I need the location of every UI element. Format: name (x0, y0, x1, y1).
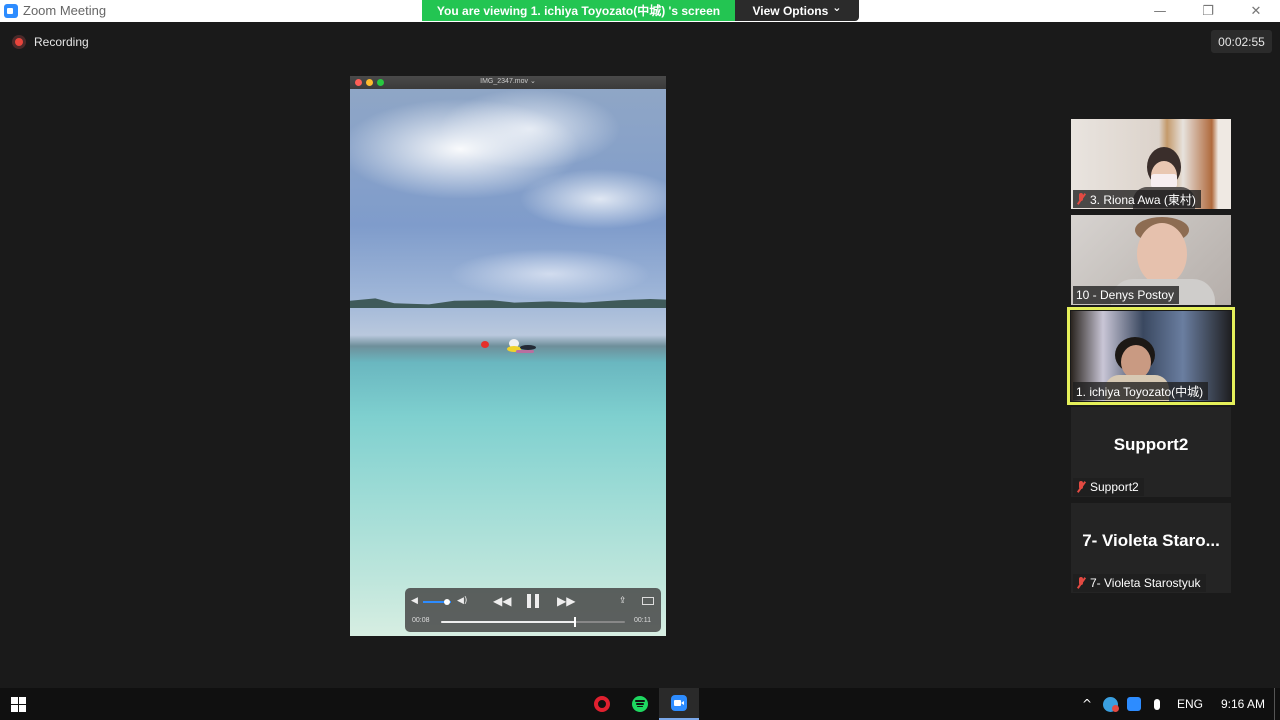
screen-share-banner: You are viewing 1. ichiya Toyozato(中城) '… (422, 0, 859, 21)
recording-label: Recording (34, 35, 89, 49)
restore-button[interactable]: ❐ (1184, 0, 1232, 22)
player-controls: ◀ ◀) ◀◀ ▶▶ ⇪ 00:08 00:11 (405, 588, 661, 632)
video-filename: IMG_2347.mov ⌄ (480, 78, 536, 85)
duration: 00:11 (634, 617, 651, 624)
window-controls: — ❐ ✕ (1136, 0, 1280, 22)
participant-name-tag: 10 - Denys Postoy (1073, 286, 1180, 304)
clock[interactable]: 9:16 AM (1212, 688, 1274, 720)
window-title: Zoom Meeting (23, 3, 107, 18)
participant-face (1137, 223, 1187, 285)
windows-start-icon[interactable] (11, 697, 26, 712)
microphone-tray-icon[interactable] (1146, 688, 1168, 720)
video-frame (350, 89, 666, 636)
language-indicator[interactable]: ENG (1168, 688, 1212, 720)
spotify-icon (632, 696, 648, 712)
progress-fill (441, 621, 576, 623)
recording-indicator[interactable]: Recording (12, 35, 89, 49)
picture-in-picture-icon[interactable] (642, 597, 654, 605)
share-icon[interactable]: ⇪ (619, 596, 627, 606)
zoom-logo-icon (4, 3, 18, 18)
telegram-tray-icon[interactable] (1098, 688, 1122, 720)
opera-icon (594, 696, 610, 712)
pause-icon[interactable] (527, 594, 540, 608)
zoom-tray-glyph-icon (1127, 697, 1141, 711)
rewind-icon[interactable]: ◀◀ (493, 594, 511, 608)
participant-display-name: Support2 (1113, 435, 1189, 454)
participant-tile-violeta[interactable]: 7- Violeta Staro... 7- Violeta Starostyu… (1071, 503, 1231, 593)
recording-dot-icon (12, 35, 26, 49)
participant-display-name: 7- Violeta Staro... (1082, 531, 1220, 550)
participant-face (1121, 345, 1151, 379)
progress-handle[interactable] (574, 617, 577, 627)
show-desktop-button[interactable] (1274, 688, 1280, 720)
taskbar-opera-button[interactable] (582, 688, 622, 720)
participant-name: 7- Violeta Starostyuk (1090, 576, 1201, 590)
participant-tile-riona[interactable]: 3. Riona Awa (東村) (1071, 119, 1231, 209)
meeting-timer: 00:02:55 (1211, 30, 1272, 53)
participant-name: 1. ichiya Toyozato(中城) (1076, 384, 1204, 399)
participant-name-tag: 3. Riona Awa (東村) (1073, 190, 1201, 208)
microphone-icon (1154, 698, 1160, 710)
view-options-button[interactable]: View Options ⌄ (735, 0, 859, 21)
participant-name: 3. Riona Awa (東村) (1090, 192, 1196, 207)
fast-forward-icon[interactable]: ▶▶ (557, 594, 575, 608)
mic-muted-icon (1076, 193, 1086, 205)
shared-screen-content: IMG_2347.mov ⌄ ◀ ◀) ◀◀ ▶▶ ⇪ 00:08 00:11 (350, 76, 666, 636)
mic-muted-icon (1076, 577, 1086, 589)
minimize-button[interactable]: — (1136, 0, 1184, 22)
volume-low-icon: ◀ (411, 596, 418, 606)
participant-name: 10 - Denys Postoy (1076, 288, 1175, 302)
volume-slider[interactable] (423, 599, 451, 605)
telegram-icon (1102, 696, 1119, 712)
progress-bar[interactable] (441, 617, 625, 627)
volume-high-icon: ◀) (457, 596, 468, 606)
participant-tile-support2[interactable]: Support2 Support2 (1071, 407, 1231, 497)
tray-chevron-glyph: ^ (1081, 697, 1093, 711)
participant-name-tag: 7- Violeta Starostyuk (1073, 574, 1206, 592)
swimmer-red (481, 341, 489, 348)
island-silhouette (350, 298, 666, 308)
participant-name-tag: 1. ichiya Toyozato(中城) (1073, 382, 1209, 400)
volume-knob[interactable] (444, 599, 450, 605)
chevron-down-icon: ⌄ (832, 1, 842, 14)
participant-name: Support2 (1090, 480, 1139, 494)
system-tray: ^ ENG 9:16 AM (1076, 688, 1280, 720)
show-hidden-icons-chevron-icon[interactable]: ^ (1076, 688, 1098, 720)
participant-tile-denys[interactable]: 10 - Denys Postoy (1071, 215, 1231, 305)
windows-taskbar: ^ ENG 9:16 AM (0, 688, 1280, 720)
title-area: Zoom Meeting (4, 3, 106, 18)
face-mask (1151, 174, 1177, 188)
zoom-app-icon (671, 695, 687, 711)
close-button[interactable]: ✕ (1232, 0, 1280, 22)
viewing-screen-label: You are viewing 1. ichiya Toyozato(中城) '… (422, 0, 735, 21)
player-title-bar: IMG_2347.mov ⌄ (350, 76, 666, 89)
view-options-label: View Options (752, 3, 829, 18)
float-board (516, 350, 534, 353)
participant-tile-ichiya[interactable]: 1. ichiya Toyozato(中城) (1067, 307, 1235, 405)
taskbar-spotify-button[interactable] (620, 688, 660, 720)
participant-name-tag: Support2 (1073, 478, 1144, 496)
mic-muted-icon (1076, 481, 1086, 493)
taskbar-zoom-button[interactable] (659, 688, 699, 720)
current-time: 00:08 (412, 617, 430, 624)
zoom-tray-icon[interactable] (1122, 688, 1146, 720)
zoom-meeting-window: Zoom Meeting — ❐ ✕ You are viewing 1. ic… (0, 0, 1280, 720)
